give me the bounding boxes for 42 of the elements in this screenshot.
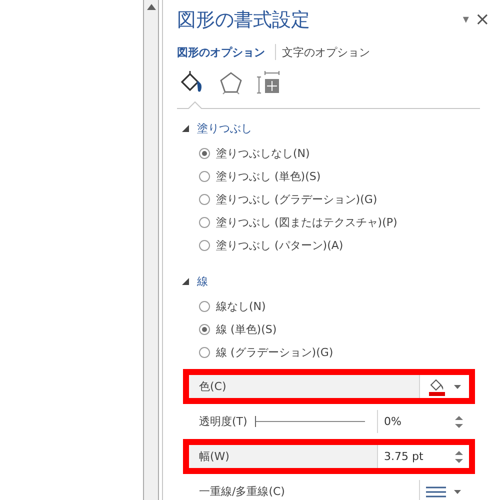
options-tab[interactable]: 図形のオプション <box>177 44 271 60</box>
radio-button[interactable] <box>199 194 210 205</box>
property-label: 幅(W) <box>198 449 230 464</box>
property-label: 透明度(T) <box>198 414 248 429</box>
dropdown-arrow-icon <box>454 384 461 388</box>
lines-icon <box>426 486 446 498</box>
scrollbar[interactable] <box>143 0 159 500</box>
section-header[interactable]: 塗りつぶし <box>177 119 252 137</box>
radio-option[interactable]: 塗りつぶしなし(N) <box>199 145 500 162</box>
radio-option[interactable]: 線なし(N) <box>199 298 500 315</box>
radio-option[interactable]: 塗りつぶし (グラデーション)(G) <box>199 191 500 208</box>
size-layout-tab[interactable] <box>257 71 281 95</box>
radio-button[interactable] <box>199 217 210 228</box>
radio-button[interactable] <box>199 347 210 358</box>
radio-button[interactable] <box>199 171 210 182</box>
radio-option[interactable]: 塗りつぶし (単色)(S) <box>199 168 500 185</box>
spin-arrows-icon <box>455 450 463 464</box>
radio-option[interactable]: 線 (単色)(S) <box>199 321 500 338</box>
section-header[interactable]: 線 <box>177 272 208 290</box>
spin-arrows-icon <box>455 414 463 428</box>
transparency-slider[interactable] <box>255 416 365 427</box>
scroll-up-icon[interactable] <box>146 4 156 10</box>
expand-arrow-icon <box>182 124 189 132</box>
pentagon-tab[interactable] <box>219 71 243 95</box>
pane-menu-button[interactable]: ▾ <box>462 12 469 26</box>
spin-field[interactable]: 3.75 pt <box>377 445 469 468</box>
pane-title: 図形の書式設定 <box>177 8 310 33</box>
property-label: 色(C) <box>198 379 228 394</box>
radio-button[interactable] <box>199 148 210 159</box>
close-button[interactable]: × <box>474 8 490 30</box>
color-picker-button[interactable] <box>419 375 469 398</box>
radio-button[interactable] <box>199 324 210 335</box>
radio-option[interactable]: 線 (グラデーション)(G) <box>199 344 500 361</box>
radio-button[interactable] <box>199 301 210 312</box>
radio-option[interactable]: 塗りつぶし (図またはテクスチャ)(P) <box>199 214 500 231</box>
expand-arrow-icon <box>182 278 189 284</box>
property-label: 一重線/多重線(C) <box>198 484 286 499</box>
radio-button[interactable] <box>199 240 210 251</box>
paint-bucket-icon <box>428 376 446 396</box>
radio-option[interactable]: 塗りつぶし (パターン)(A) <box>199 237 500 254</box>
dropdown-arrow-icon <box>454 490 461 494</box>
options-tab[interactable]: 文字のオプション <box>282 44 376 60</box>
